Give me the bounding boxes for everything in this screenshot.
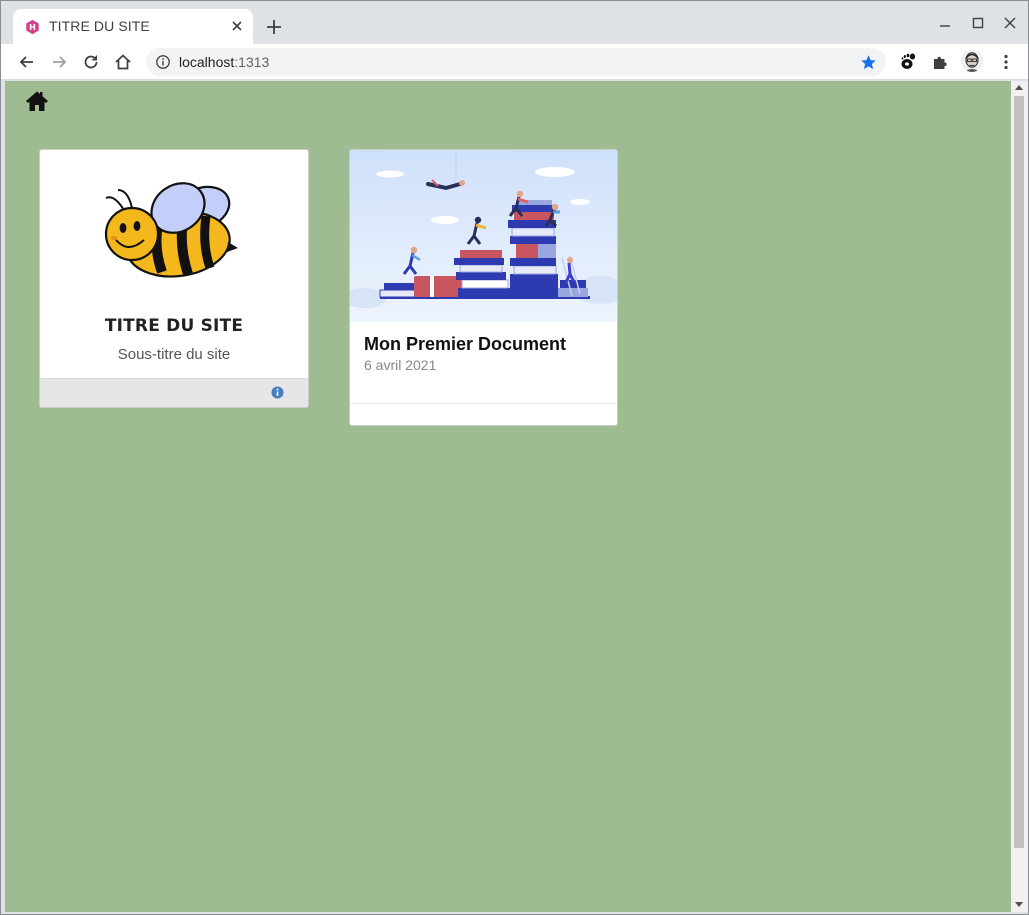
page-viewport: TITRE DU SITE Sous-titre du site Mon Pre… <box>5 81 1011 912</box>
site-info-icon[interactable] <box>155 54 171 70</box>
tab-strip: H TITRE DU SITE <box>1 1 1028 44</box>
vertical-scrollbar[interactable] <box>1011 81 1028 912</box>
site-card-footer <box>40 378 308 407</box>
kebab-menu-icon[interactable] <box>996 52 1016 72</box>
puzzle-icon[interactable] <box>930 52 950 72</box>
avatar-image <box>961 50 983 72</box>
scroll-thumb[interactable] <box>1014 96 1024 848</box>
browser-toolbar: localhost:1313 <box>1 44 1028 80</box>
books-illustration <box>350 150 617 322</box>
close-icon[interactable] <box>229 18 245 34</box>
profile-avatar[interactable] <box>961 50 983 72</box>
new-tab-plus-icon[interactable] <box>263 16 285 38</box>
info-circle-icon[interactable] <box>271 386 284 399</box>
bee-illustration <box>104 182 238 278</box>
back-arrow-icon[interactable] <box>17 52 37 72</box>
address-bar[interactable]: localhost:1313 <box>146 48 886 76</box>
window-close-icon[interactable] <box>1000 13 1020 33</box>
minimize-icon[interactable] <box>935 13 955 33</box>
bookmark-star-icon[interactable] <box>860 54 877 71</box>
tab-title: TITRE DU SITE <box>49 18 150 34</box>
hugo-favicon-icon: H <box>26 19 39 35</box>
maximize-icon[interactable] <box>968 13 988 33</box>
tab-active[interactable]: H TITRE DU SITE <box>13 9 253 44</box>
svg-text:H: H <box>29 23 36 32</box>
scroll-down-arrow-icon[interactable] <box>1015 902 1023 907</box>
reload-icon[interactable] <box>81 52 101 72</box>
house-icon[interactable] <box>25 90 49 112</box>
url-host: localhost <box>179 54 235 70</box>
forward-arrow-icon[interactable] <box>49 52 69 72</box>
url-port: :1313 <box>234 54 270 70</box>
scroll-up-arrow-icon[interactable] <box>1015 85 1023 90</box>
site-subtitle: Sous-titre du site <box>117 346 231 363</box>
card-divider <box>350 403 617 404</box>
home-outline-icon[interactable] <box>113 52 133 72</box>
document-date: 6 avril 2021 <box>364 357 437 373</box>
url-text: localhost:1313 <box>179 54 269 70</box>
document-card[interactable]: Mon Premier Document 6 avril 2021 <box>349 149 618 426</box>
site-card: TITRE DU SITE Sous-titre du site <box>39 149 309 408</box>
browser-window: H TITRE DU SITE localhost:1313 TITRE DU … <box>0 0 1029 915</box>
document-title[interactable]: Mon Premier Document <box>364 334 566 355</box>
extension-gnome-icon[interactable] <box>898 52 918 72</box>
site-title: TITRE DU SITE <box>104 316 244 336</box>
